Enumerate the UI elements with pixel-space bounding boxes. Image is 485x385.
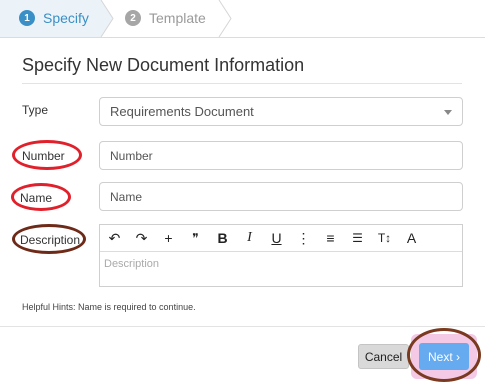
description-placeholder[interactable]: Description — [100, 252, 462, 276]
name-field[interactable]: Name — [99, 182, 463, 211]
more-options-icon[interactable]: ⋮ — [291, 230, 316, 247]
text-size-icon[interactable]: T↕ — [372, 231, 397, 245]
number-field[interactable]: Number — [99, 141, 463, 170]
font-color-icon[interactable]: A — [399, 230, 424, 246]
insert-icon[interactable]: + — [156, 230, 181, 246]
dialog-title: Specify New Document Information — [22, 55, 305, 75]
step-number: 2 — [125, 10, 141, 26]
underline-icon[interactable]: U — [264, 230, 289, 246]
helpful-hint: Helpful Hints: Name is required to conti… — [22, 302, 196, 312]
cancel-button[interactable]: Cancel — [358, 344, 409, 369]
editor-toolbar: ↶ ↷ + ❞ B I U ⋮ ≡ ☰ T↕ A — [100, 225, 462, 252]
chevron-down-icon — [444, 110, 452, 115]
step-specify[interactable]: 1 Specify — [19, 10, 89, 26]
wizard-steps: 1 Specify 2 Template — [0, 0, 485, 38]
step-label: Specify — [43, 10, 89, 26]
number-label: Number — [22, 149, 65, 163]
number-placeholder: Number — [110, 148, 153, 163]
step-template[interactable]: 2 Template — [125, 10, 206, 26]
redo-icon[interactable]: ↷ — [129, 230, 154, 247]
name-label: Name — [20, 191, 53, 205]
description-label: Description — [20, 233, 81, 247]
type-select-value: Requirements Document — [110, 104, 254, 119]
annotation-oval — [407, 328, 481, 382]
align-icon[interactable]: ≡ — [318, 230, 343, 246]
description-editor[interactable]: ↶ ↷ + ❞ B I U ⋮ ≡ ☰ T↕ A Description — [99, 224, 463, 287]
divider — [22, 83, 462, 84]
step-number: 1 — [19, 10, 35, 26]
bold-icon[interactable]: B — [210, 230, 235, 246]
list-icon[interactable]: ☰ — [345, 231, 370, 245]
name-placeholder: Name — [110, 189, 143, 204]
comment-icon[interactable]: ❞ — [183, 231, 208, 245]
step-separator — [99, 0, 114, 37]
type-select[interactable]: Requirements Document — [99, 97, 463, 126]
divider — [0, 326, 485, 327]
step-label: Template — [149, 10, 206, 26]
italic-icon[interactable]: I — [237, 230, 262, 246]
type-label: Type — [22, 103, 49, 117]
undo-icon[interactable]: ↶ — [102, 230, 127, 247]
step-separator — [218, 0, 232, 37]
